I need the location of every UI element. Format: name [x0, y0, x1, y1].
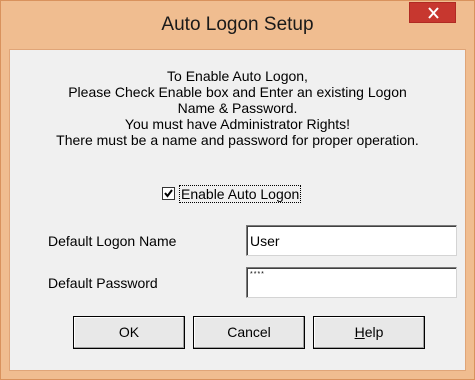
- window-title: Auto Logon Setup: [161, 14, 314, 35]
- dialog-body: To Enable Auto Logon, Please Check Enabl…: [9, 49, 466, 371]
- instruction-line: Name & Password.: [177, 100, 298, 116]
- checkmark-icon: [164, 189, 173, 198]
- auto-logon-setup-dialog: Auto Logon Setup To Enable Auto Logon, P…: [0, 0, 475, 380]
- title-bar[interactable]: Auto Logon Setup: [1, 1, 474, 49]
- close-button[interactable]: [409, 2, 456, 23]
- enable-auto-logon-checkbox[interactable]: [162, 187, 175, 200]
- enable-auto-logon-label[interactable]: Enable Auto Logon: [178, 185, 302, 203]
- instruction-line: You must have Administrator Rights!: [124, 116, 351, 132]
- password-label: Default Password: [48, 275, 158, 291]
- instruction-line: There must be a name and password for pr…: [56, 132, 419, 148]
- password-input[interactable]: ****: [246, 267, 457, 298]
- help-button[interactable]: Help: [313, 316, 425, 349]
- instruction-line: Please Check Enable box and Enter an exi…: [68, 84, 407, 100]
- instruction-line: To Enable Auto Logon,: [167, 68, 308, 84]
- cancel-button[interactable]: Cancel: [193, 316, 305, 349]
- logon-name-label: Default Logon Name: [48, 233, 177, 249]
- close-icon: [428, 7, 439, 19]
- instructions-text: To Enable Auto Logon, Please Check Enabl…: [10, 68, 465, 148]
- password-mask: ****: [250, 271, 265, 278]
- ok-button[interactable]: OK: [73, 316, 185, 349]
- logon-name-input[interactable]: [246, 225, 457, 256]
